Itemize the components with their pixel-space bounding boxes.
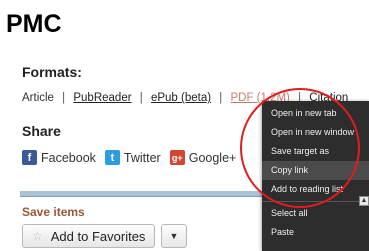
share-twitter[interactable]: t Twitter: [104, 150, 161, 165]
ctx-copy-link[interactable]: Copy link: [262, 161, 369, 180]
ctx-paste[interactable]: Paste: [262, 223, 369, 242]
twitter-icon: t: [104, 150, 120, 165]
share-twitter-label: Twitter: [123, 150, 161, 165]
format-epub-link[interactable]: ePub (beta): [151, 92, 211, 104]
share-google-plus-label: Google+: [188, 150, 237, 165]
share-heading: Share: [22, 123, 61, 139]
share-google-plus[interactable]: g+ Google+: [169, 150, 237, 165]
separator: |: [219, 92, 223, 104]
menu-separator: [262, 201, 369, 202]
favorites-dropdown-button[interactable]: ▼: [161, 224, 187, 248]
format-article[interactable]: Article: [22, 92, 54, 104]
ctx-open-new-window[interactable]: Open in new window: [262, 123, 369, 142]
share-links: f Facebook t Twitter g+ Google+: [22, 150, 245, 165]
ctx-open-new-tab[interactable]: Open in new tab: [262, 104, 369, 123]
scroll-up-arrow-icon[interactable]: ▲: [359, 196, 369, 206]
share-facebook[interactable]: f Facebook: [22, 150, 96, 165]
formats-heading: Formats:: [22, 64, 82, 80]
format-pubreader-link[interactable]: PubReader: [73, 92, 131, 104]
star-icon: ☆: [32, 229, 43, 243]
ctx-add-to-reading-list[interactable]: Add to reading list: [262, 180, 369, 199]
separator: |: [139, 92, 143, 104]
add-to-favorites-label: Add to Favorites: [50, 228, 146, 244]
add-to-favorites-button[interactable]: ☆ Add to Favorites: [22, 224, 155, 248]
facebook-icon: f: [22, 150, 37, 165]
share-facebook-label: Facebook: [41, 150, 96, 165]
context-menu: Open in new tab Open in new window Save …: [262, 101, 369, 251]
google-plus-icon: g+: [169, 150, 185, 165]
ctx-select-all[interactable]: Select all: [262, 204, 369, 223]
save-items-heading: Save items: [22, 205, 85, 219]
separator: |: [62, 92, 66, 104]
pmc-logo-text[interactable]: PMC: [6, 10, 62, 39]
ctx-save-target-as[interactable]: Save target as: [262, 142, 369, 161]
